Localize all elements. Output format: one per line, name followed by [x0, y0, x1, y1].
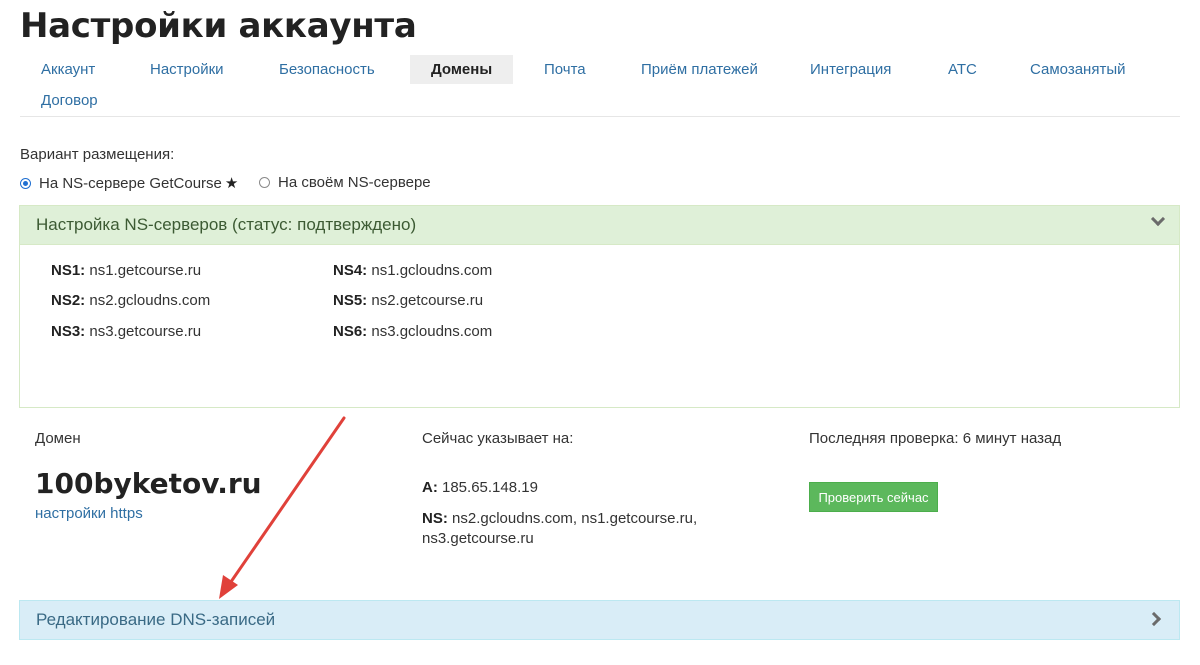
- ns-entry: NS5: ns2.getcourse.ru: [333, 292, 483, 309]
- ns-entry: NS6: ns3.gcloudns.com: [333, 323, 492, 340]
- ns-key: NS4:: [333, 262, 368, 279]
- radio-own-ns-label[interactable]: На своём NS-сервере: [278, 174, 431, 191]
- a-record-key: A:: [422, 479, 438, 496]
- ns-key: NS6:: [333, 323, 368, 340]
- tab-payments[interactable]: Приём платежей: [620, 55, 779, 84]
- domain-name: 100byketov.ru: [35, 467, 262, 500]
- ns-value: ns3.gcloudns.com: [371, 323, 493, 340]
- ns-entry: NS3: ns3.getcourse.ru: [51, 323, 201, 340]
- chevron-right-icon[interactable]: [1146, 611, 1162, 627]
- ns-value: ns1.getcourse.ru: [89, 262, 202, 279]
- https-settings-link[interactable]: настройки https: [35, 505, 143, 522]
- tab-mail[interactable]: Почта: [523, 55, 607, 84]
- domain-label: Домен: [35, 430, 81, 447]
- a-record: A: 185.65.148.19: [422, 479, 538, 496]
- ns-key: NS3:: [51, 323, 86, 340]
- settings-tabs: Аккаунт Настройки Безопасность Домены По…: [20, 55, 1180, 117]
- tab-account[interactable]: Аккаунт: [20, 55, 116, 84]
- dns-records-panel[interactable]: Редактирование DNS-записей: [19, 600, 1180, 640]
- ns-value: ns2.getcourse.ru: [371, 292, 484, 309]
- ns-key: NS1:: [51, 262, 86, 279]
- last-check-text: Последняя проверка: 6 минут назад: [809, 430, 1062, 447]
- dns-panel-title[interactable]: Редактирование DNS-записей: [36, 610, 275, 630]
- ns-panel-header[interactable]: Настройка NS-серверов (статус: подтвержд…: [20, 206, 1179, 245]
- a-record-value: 185.65.148.19: [442, 479, 538, 496]
- ns-entry: NS1: ns1.getcourse.ru: [51, 262, 201, 279]
- radio-getcourse-ns[interactable]: [20, 177, 31, 189]
- tab-ats[interactable]: АТС: [927, 55, 998, 84]
- ns-record-value-line2: ns3.getcourse.ru: [422, 530, 534, 547]
- tab-security[interactable]: Безопасность: [258, 55, 396, 84]
- tab-domains[interactable]: Домены: [410, 55, 514, 84]
- page-title: Настройки аккаунта: [20, 6, 417, 46]
- points-to-label: Сейчас указывает на:: [422, 430, 574, 447]
- placement-label: Вариант размещения:: [20, 146, 175, 163]
- radio-own-ns[interactable]: [259, 177, 270, 188]
- ns-value: ns1.gcloudns.com: [371, 262, 493, 279]
- ns-value: ns2.gcloudns.com: [89, 292, 211, 309]
- ns-key: NS5:: [333, 292, 368, 309]
- chevron-down-icon[interactable]: [1150, 211, 1166, 227]
- ns-panel-title[interactable]: Настройка NS-серверов (статус: подтвержд…: [36, 215, 416, 235]
- radio-option-own-ns[interactable]: На своём NS-сервере: [259, 174, 431, 191]
- ns-servers-panel: Настройка NS-серверов (статус: подтвержд…: [19, 205, 1180, 408]
- ns-record-key: NS:: [422, 510, 448, 527]
- tab-settings[interactable]: Настройки: [129, 55, 245, 84]
- check-now-button[interactable]: Проверить сейчас: [809, 482, 938, 512]
- tab-integration[interactable]: Интеграция: [789, 55, 912, 84]
- arrow-line: [224, 416, 346, 591]
- ns-value: ns3.getcourse.ru: [89, 323, 202, 340]
- ns-entry: NS4: ns1.gcloudns.com: [333, 262, 492, 279]
- radio-option-getcourse-ns[interactable]: На NS-сервере GetCourse ★: [20, 174, 238, 192]
- tab-contract[interactable]: Договор: [20, 86, 119, 115]
- radio-getcourse-ns-label[interactable]: На NS-сервере GetCourse: [39, 175, 222, 192]
- ns-entry: NS2: ns2.gcloudns.com: [51, 292, 210, 309]
- star-icon: ★: [224, 175, 239, 192]
- ns-record-value-line1: ns2.gcloudns.com, ns1.getcourse.ru,: [452, 510, 698, 527]
- ns-record: NS: ns2.gcloudns.com, ns1.getcourse.ru,: [422, 510, 697, 527]
- tab-self-employed[interactable]: Самозанятый: [1009, 55, 1147, 84]
- ns-key: NS2:: [51, 292, 86, 309]
- arrow-head: [219, 575, 238, 599]
